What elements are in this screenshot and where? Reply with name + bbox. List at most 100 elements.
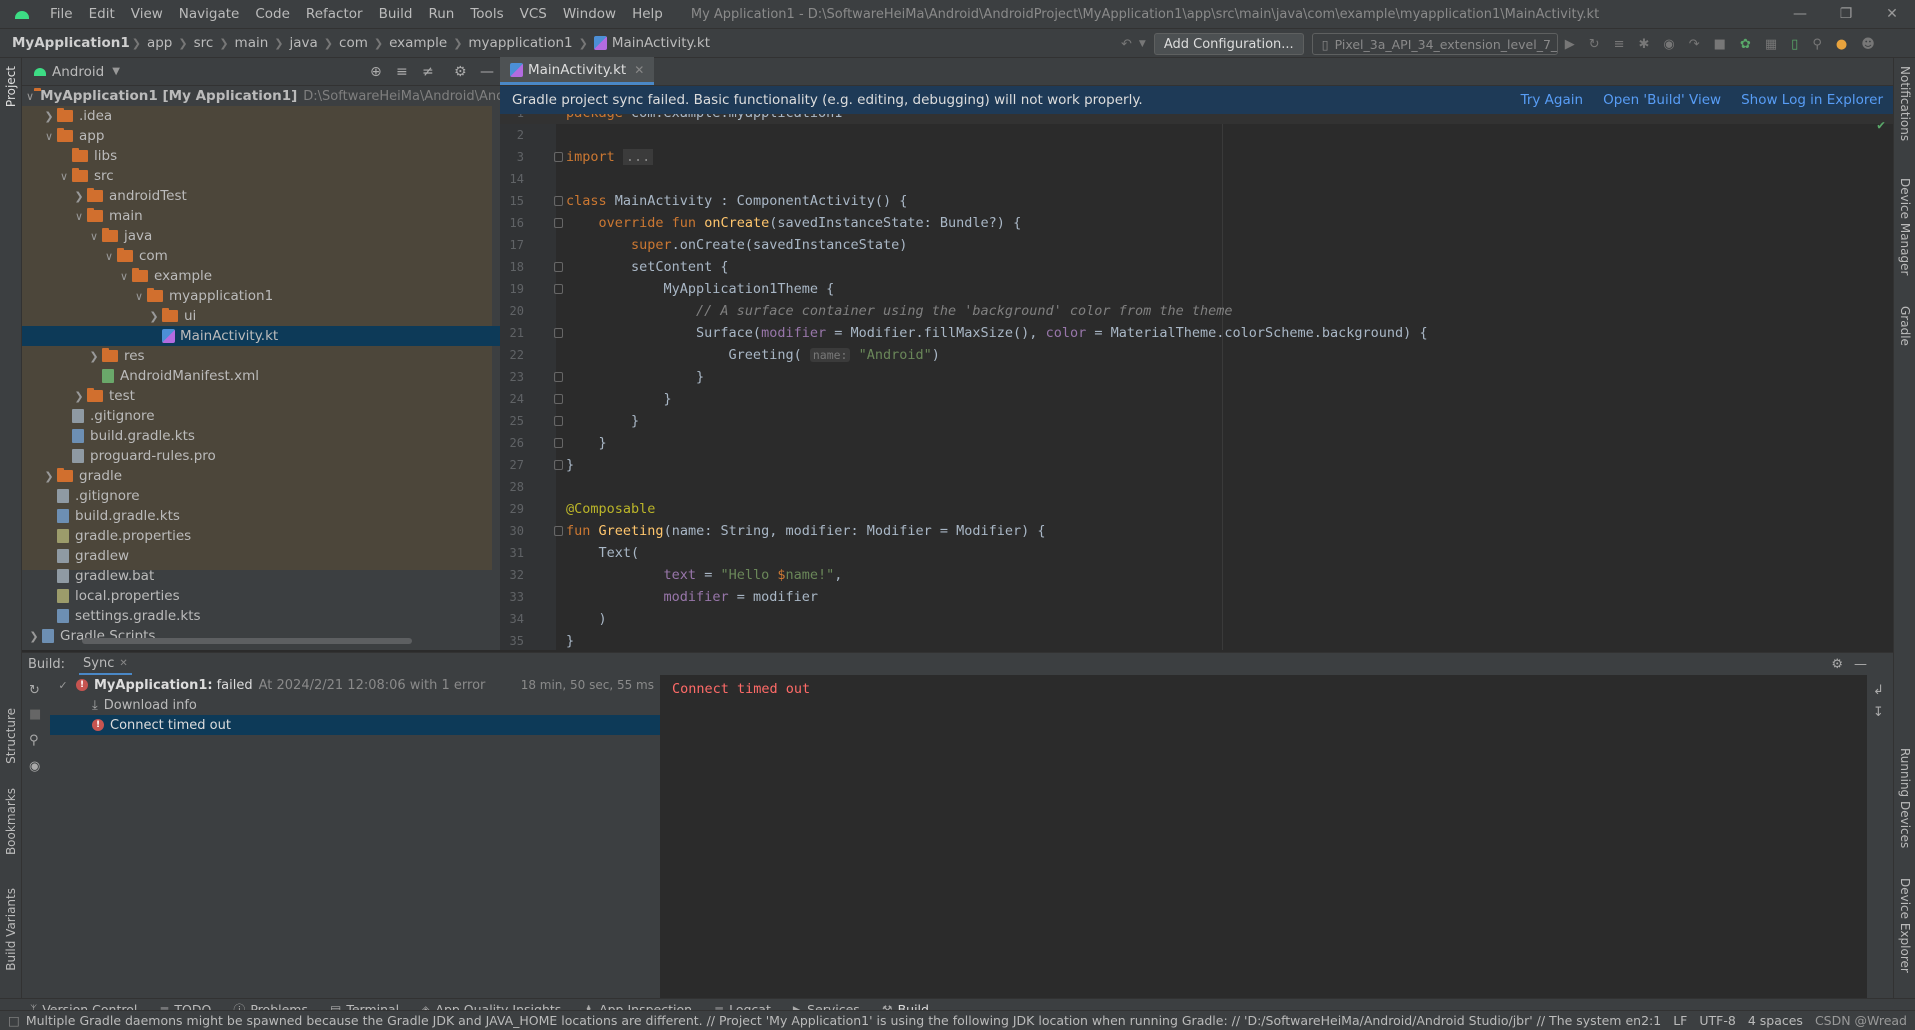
- menu-window[interactable]: Window: [555, 6, 624, 22]
- side-tab-notifications[interactable]: Notifications: [1898, 66, 1912, 141]
- code-line[interactable]: 15 class MainActivity : ComponentActivity…: [500, 190, 1893, 212]
- error-row[interactable]: ! Connect timed out: [50, 715, 660, 735]
- code-line[interactable]: 26 }: [500, 432, 1893, 454]
- side-tab-device-manager[interactable]: Device Manager: [1898, 178, 1912, 275]
- menu-refactor[interactable]: Refactor: [298, 6, 371, 22]
- close-icon[interactable]: ✕: [1869, 0, 1915, 28]
- code-line[interactable]: 19 MyApplication1Theme {: [500, 278, 1893, 300]
- tree-item[interactable]: gradlew: [22, 546, 500, 566]
- fold-marker-icon[interactable]: [554, 262, 563, 272]
- build-result-row[interactable]: ✓ ! MyApplication1: failed At 2024/2/21 …: [50, 675, 660, 695]
- add-configuration-button[interactable]: Add Configuration...: [1153, 33, 1304, 55]
- device-manager-icon[interactable]: ▯: [1791, 37, 1798, 52]
- code-line[interactable]: 30 fun Greeting(name: String, modifier: M…: [500, 520, 1893, 542]
- show-log-link[interactable]: Show Log in Explorer: [1741, 92, 1883, 108]
- fold-marker-icon[interactable]: [554, 328, 563, 338]
- tree-item[interactable]: ∨ app: [22, 126, 500, 146]
- eye-icon[interactable]: ◉: [29, 759, 40, 774]
- restore-icon[interactable]: ❐: [1823, 0, 1869, 28]
- rerun-icon[interactable]: ↻: [1589, 37, 1600, 52]
- menu-code[interactable]: Code: [247, 6, 298, 22]
- minimize-icon[interactable]: —: [1777, 0, 1823, 28]
- fold-marker-icon[interactable]: [554, 526, 563, 536]
- side-tab-build-variants[interactable]: Build Variants: [4, 888, 18, 971]
- side-tab-structure[interactable]: Structure: [4, 708, 18, 764]
- fold-marker-icon[interactable]: [554, 460, 563, 470]
- menu-build[interactable]: Build: [371, 6, 421, 22]
- menu-view[interactable]: View: [123, 6, 171, 22]
- line-separator[interactable]: LF: [1673, 1013, 1687, 1028]
- tree-item[interactable]: AndroidManifest.xml: [22, 366, 500, 386]
- code-line[interactable]: 3 import ...: [500, 146, 1893, 168]
- search-icon[interactable]: ⚲: [1812, 37, 1822, 52]
- chevron-right-icon[interactable]: ❯: [146, 310, 162, 323]
- breadcrumb-com[interactable]: com: [335, 35, 372, 51]
- breadcrumb-example[interactable]: example: [385, 35, 451, 51]
- fold-marker-icon[interactable]: [554, 152, 563, 162]
- code-line[interactable]: 1 package com.example.myapplication1: [500, 114, 1893, 124]
- tree-item[interactable]: ∨ java: [22, 226, 500, 246]
- code-line[interactable]: 18 setContent {: [500, 256, 1893, 278]
- hammer-back-icon[interactable]: ↶: [1121, 37, 1132, 52]
- tree-item[interactable]: ❯ .idea: [22, 106, 500, 126]
- device-selector[interactable]: ▯ Pixel_3a_API_34_extension_level_7_x8...: [1311, 33, 1558, 55]
- tree-item[interactable]: gradle.properties: [22, 526, 500, 546]
- menu-help[interactable]: Help: [624, 6, 671, 22]
- fold-marker-icon[interactable]: [554, 372, 563, 382]
- hide-icon[interactable]: —: [480, 64, 494, 80]
- update-icon[interactable]: ●: [1836, 37, 1847, 52]
- caret-position[interactable]: 2:1: [1641, 1013, 1661, 1028]
- tree-item[interactable]: gradlew.bat: [22, 566, 500, 586]
- code-line[interactable]: 17 super.onCreate(savedInstanceState): [500, 234, 1893, 256]
- apply-changes-icon[interactable]: ≡: [1614, 37, 1625, 52]
- tree-item[interactable]: settings.gradle.kts: [22, 606, 500, 626]
- soft-wrap-icon[interactable]: ↲: [1873, 683, 1884, 698]
- chevron-down-icon[interactable]: ∨: [41, 130, 57, 143]
- side-tab-bookmarks[interactable]: Bookmarks: [4, 788, 18, 855]
- chevron-right-icon[interactable]: ❯: [41, 110, 57, 123]
- no-problems-check-icon[interactable]: ✔: [1877, 118, 1885, 133]
- fold-marker-icon[interactable]: [554, 416, 563, 426]
- code-line[interactable]: 16 override fun onCreate(savedInstanceSt…: [500, 212, 1893, 234]
- code-line[interactable]: 24 }: [500, 388, 1893, 410]
- menu-edit[interactable]: Edit: [81, 6, 123, 22]
- try-again-link[interactable]: Try Again: [1521, 92, 1583, 108]
- fold-marker-icon[interactable]: [554, 196, 563, 206]
- chevron-right-icon[interactable]: ❯: [71, 190, 87, 203]
- tree-item[interactable]: ∨ myapplication1: [22, 286, 500, 306]
- code-line[interactable]: 21 Surface(modifier = Modifier.fillMaxSi…: [500, 322, 1893, 344]
- tree-item[interactable]: ❯ androidTest: [22, 186, 500, 206]
- locate-icon[interactable]: ⊕: [370, 64, 382, 80]
- chevron-right-icon[interactable]: ❯: [86, 350, 102, 363]
- hide-icon[interactable]: —: [1854, 657, 1867, 672]
- gear-icon[interactable]: ⚙: [1831, 657, 1843, 672]
- profile-icon[interactable]: ◉: [1663, 37, 1674, 52]
- pin-icon[interactable]: ⚲: [29, 733, 39, 748]
- dropdown-icon[interactable]: ▼: [1139, 39, 1146, 49]
- fold-marker-icon[interactable]: [554, 438, 563, 448]
- gear-icon[interactable]: ⚙: [454, 64, 467, 80]
- breadcrumb-java[interactable]: java: [286, 35, 322, 51]
- tree-item[interactable]: ❯ res: [22, 346, 500, 366]
- stop-icon[interactable]: ■: [1714, 37, 1726, 52]
- debug-icon[interactable]: ✱: [1639, 37, 1650, 52]
- fold-marker-icon[interactable]: [554, 218, 563, 228]
- tree-item[interactable]: ∨ com: [22, 246, 500, 266]
- breadcrumb-main[interactable]: main: [231, 35, 273, 51]
- sdk-manager-icon[interactable]: ▦: [1765, 37, 1777, 52]
- tree-item[interactable]: .gitignore: [22, 406, 500, 426]
- tree-item[interactable]: ∨ src: [22, 166, 500, 186]
- menu-vcs[interactable]: VCS: [512, 6, 555, 22]
- chevron-down-icon[interactable]: ∨: [26, 90, 34, 103]
- fold-marker-icon[interactable]: [554, 394, 563, 404]
- code-line[interactable]: 27}: [500, 454, 1893, 476]
- breadcrumb-project[interactable]: MyApplication1: [0, 35, 130, 51]
- project-view-selector[interactable]: Android: [52, 64, 104, 80]
- tab-mainactivity[interactable]: MainActivity.kt ✕: [500, 57, 655, 85]
- chevron-right-icon[interactable]: ❯: [26, 630, 42, 643]
- menu-file[interactable]: File: [42, 6, 81, 22]
- code-line[interactable]: 29 @Composable: [500, 498, 1893, 520]
- tree-item[interactable]: ❯ ui: [22, 306, 500, 326]
- tree-item[interactable]: local.properties: [22, 586, 500, 606]
- chevron-down-icon[interactable]: ∨: [86, 230, 102, 243]
